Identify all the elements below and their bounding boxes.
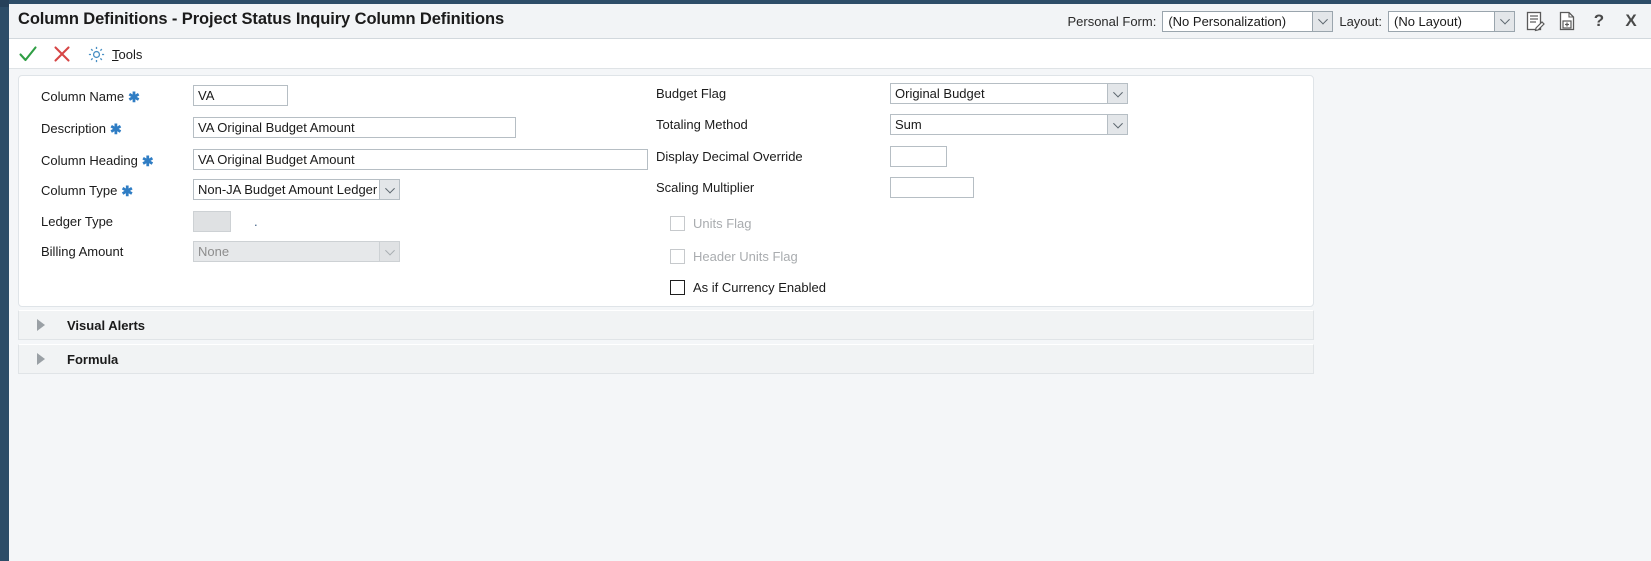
header-units-flag-label: Header Units Flag	[693, 248, 798, 264]
description-input[interactable]: VA Original Budget Amount	[193, 117, 516, 138]
page-title: Column Definitions - Project Status Inqu…	[18, 10, 505, 28]
chevron-down-icon[interactable]	[1107, 115, 1127, 134]
totaling-method-label-text: Totaling Method	[656, 117, 748, 132]
column-heading-label-text: Column Heading	[41, 153, 138, 168]
chevron-right-icon[interactable]	[37, 319, 45, 331]
ledger-type-input	[193, 211, 231, 232]
close-icon: X	[1625, 11, 1637, 30]
display-decimal-override-input[interactable]	[890, 146, 947, 167]
column-type-value: Non-JA Budget Amount Ledger	[198, 182, 378, 197]
personal-form-select[interactable]: (No Personalization)	[1162, 10, 1334, 32]
tools-rest: ools	[118, 46, 143, 62]
layout-label: Layout:	[1339, 13, 1382, 29]
description-label: Description ✱	[41, 117, 122, 140]
form-edit-icon	[1526, 11, 1545, 32]
gear-icon	[88, 46, 105, 62]
scaling-multiplier-label-text: Scaling Multiplier	[656, 180, 755, 195]
column-type-label: Column Type ✱	[41, 179, 133, 202]
budget-flag-label: Budget Flag	[656, 83, 726, 105]
page-container: Column Definitions - Project Status Inqu…	[9, 0, 1651, 561]
as-if-currency-enabled-label: As if Currency Enabled	[693, 279, 826, 295]
scaling-multiplier-label: Scaling Multiplier	[656, 177, 754, 199]
ledger-type-suffix: .	[254, 214, 258, 229]
action-toolbar: Tools	[9, 39, 1651, 69]
chevron-down-icon[interactable]	[379, 180, 399, 199]
help-button[interactable]: ?	[1587, 9, 1611, 33]
section-visual-alerts-label: Visual Alerts	[67, 318, 146, 333]
close-button[interactable]: X	[1619, 9, 1643, 33]
nav-rail-cap	[0, 0, 9, 7]
personal-form-label: Personal Form:	[1067, 13, 1157, 29]
column-definition-form-card: Column Name ✱ VA Description ✱ VA Original…	[18, 75, 1314, 307]
title-bar-controls: Personal Form: (No Personalization) Layo…	[1067, 9, 1643, 33]
billing-amount-value: None	[198, 244, 230, 259]
lower-empty-canvas	[9, 380, 1651, 561]
column-heading-input[interactable]: VA Original Budget Amount	[193, 149, 648, 170]
budget-flag-label-text: Budget Flag	[656, 86, 727, 101]
required-indicator: ✱	[128, 89, 140, 105]
section-formula-label: Formula	[67, 352, 119, 367]
layout-value: (No Layout)	[1394, 13, 1462, 29]
section-visual-alerts[interactable]: Visual Alerts	[18, 310, 1314, 340]
chevron-down-icon[interactable]	[1494, 11, 1514, 31]
required-indicator: ✱	[121, 183, 134, 199]
billing-amount-select: None	[193, 241, 400, 262]
tools-menu-button[interactable]: Tools	[87, 42, 142, 66]
check-icon	[19, 46, 37, 62]
units-flag-checkbox	[670, 215, 685, 231]
column-name-label-text: Column Name	[41, 89, 125, 104]
help-icon: ?	[1593, 11, 1605, 30]
header-units-flag-checkbox-row: Header Units Flag	[670, 246, 798, 266]
header-units-flag-checkbox	[670, 248, 685, 264]
layout-select[interactable]: (No Layout)	[1388, 10, 1515, 32]
ok-button[interactable]	[17, 42, 39, 66]
column-heading-label: Column Heading ✱	[41, 149, 154, 172]
save-as-button[interactable]	[1555, 9, 1579, 33]
tools-label: Tools	[112, 47, 142, 62]
description-label-text: Description	[41, 121, 107, 136]
units-flag-label: Units Flag	[693, 215, 752, 231]
chevron-down-icon[interactable]	[1107, 84, 1127, 103]
ledger-type-label: Ledger Type	[41, 211, 113, 233]
column-name-label: Column Name ✱	[41, 85, 140, 108]
totaling-method-label: Totaling Method	[656, 114, 748, 136]
budget-flag-value: Original Budget	[895, 86, 985, 101]
ledger-type-label-text: Ledger Type	[41, 214, 114, 229]
totaling-method-value: Sum	[895, 117, 922, 132]
left-nav-rail	[0, 0, 9, 561]
display-decimal-override-label: Display Decimal Override	[656, 146, 803, 168]
save-as-icon	[1559, 11, 1575, 31]
totaling-method-select[interactable]: Sum	[890, 114, 1128, 135]
section-formula[interactable]: Formula	[18, 344, 1314, 374]
column-type-select[interactable]: Non-JA Budget Amount Ledger	[193, 179, 400, 200]
required-indicator: ✱	[110, 121, 122, 137]
chevron-down-icon[interactable]	[1312, 11, 1333, 31]
required-indicator: ✱	[141, 153, 154, 169]
budget-flag-select[interactable]: Original Budget	[890, 83, 1128, 104]
billing-amount-label: Billing Amount	[41, 241, 123, 263]
title-bar: Column Definitions - Project Status Inqu…	[9, 4, 1651, 39]
chevron-down-icon	[379, 242, 399, 261]
close-x-icon	[54, 46, 70, 62]
scaling-multiplier-input[interactable]	[890, 177, 974, 198]
personal-form-value: (No Personalization)	[1168, 13, 1287, 29]
billing-amount-label-text: Billing Amount	[41, 244, 124, 259]
chevron-right-icon[interactable]	[37, 353, 45, 365]
column-type-label-text: Column Type	[41, 183, 118, 198]
cancel-button[interactable]	[51, 42, 73, 66]
form-edit-button[interactable]	[1523, 9, 1547, 33]
display-decimal-override-label-text: Display Decimal Override	[656, 149, 803, 164]
as-if-currency-enabled-checkbox[interactable]	[670, 279, 685, 295]
column-name-input[interactable]: VA	[193, 85, 288, 106]
units-flag-checkbox-row: Units Flag	[670, 213, 752, 233]
as-if-currency-enabled-checkbox-row[interactable]: As if Currency Enabled	[670, 277, 826, 297]
